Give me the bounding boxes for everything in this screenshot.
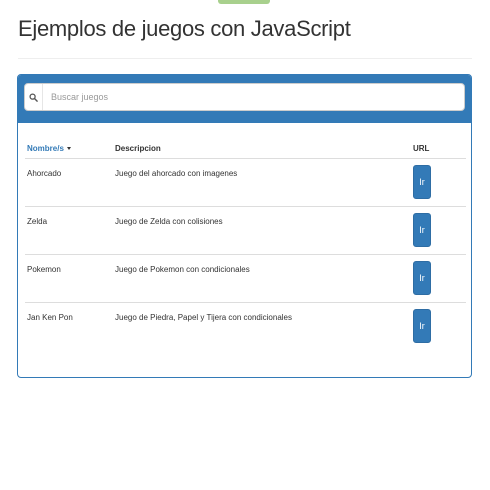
table-header-row: Nombre/s Descripcion URL [25,133,466,159]
row-url-cell: Ir [411,302,466,350]
games-panel: Nombre/s Descripcion URL Ahorcado Juego … [17,74,472,378]
games-table: Nombre/s Descripcion URL Ahorcado Juego … [25,133,466,350]
row-url-cell: Ir [411,254,466,303]
column-header-name[interactable]: Nombre/s [25,133,113,159]
table-row: Jan Ken Pon Juego de Piedra, Papel y Tij… [25,302,466,350]
search-box [24,83,465,111]
table-row: Zelda Juego de Zelda con colisiones Ir [25,206,466,255]
search-icon [25,84,43,110]
table-row: Pokemon Juego de Pokemon con condicional… [25,254,466,303]
row-url-cell: Ir [411,206,466,255]
row-name: Ahorcado [25,158,113,207]
go-button[interactable]: Ir [413,260,431,295]
column-header-name-label: Nombre/s [27,143,64,153]
row-description: Juego de Pokemon con condicionales [113,254,411,303]
table-row: Ahorcado Juego del ahorcado con imagenes… [25,158,466,207]
top-tab-indicator [218,0,270,4]
go-button[interactable]: Ir [413,212,431,247]
caret-down-icon [66,147,71,151]
row-url-cell: Ir [411,158,466,207]
page-title: Ejemplos de juegos con JavaScript [18,16,351,41]
column-header-description: Descripcion [113,133,411,159]
row-description: Juego de Zelda con colisiones [113,206,411,255]
row-description: Juego del ahorcado con imagenes [113,158,411,207]
row-description: Juego de Piedra, Papel y Tijera con cond… [115,312,292,322]
row-name: Pokemon [25,254,113,303]
row-name: Jan Ken Pon [27,312,73,322]
column-header-url: URL [411,133,466,159]
go-button[interactable]: Ir [413,308,431,343]
row-name: Zelda [25,206,113,255]
search-input[interactable] [43,84,464,110]
panel-heading [18,75,471,123]
go-button[interactable]: Ir [413,164,431,199]
title-divider [18,58,472,59]
